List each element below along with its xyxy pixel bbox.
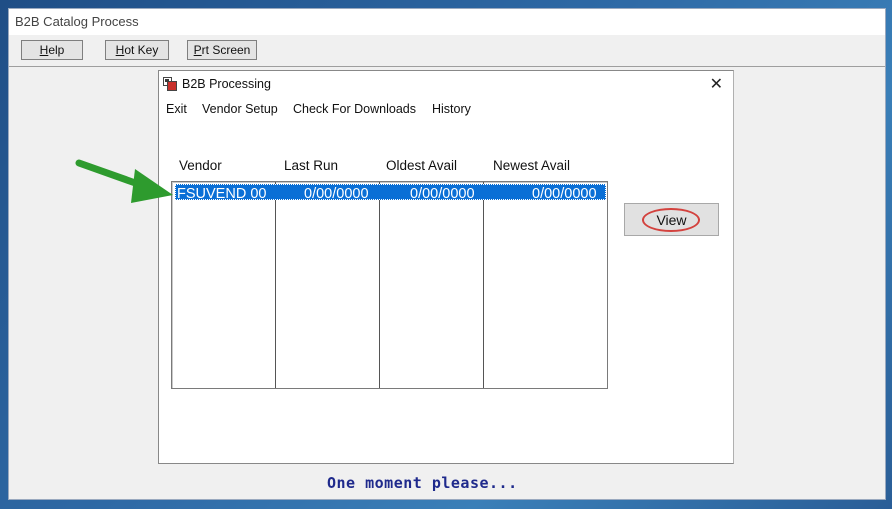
column-header-newest-avail: Newest Avail [493,158,571,173]
cell-last-run: 0/00/0000 [304,186,369,202]
main-window: B2B Catalog Process Help Hot Key Prt Scr… [8,8,886,500]
hotkey-label: ot Key [124,43,159,57]
cell-vendor: FSUVEND 00 [177,186,267,202]
window-title: B2B Catalog Process [9,9,885,35]
table-row[interactable]: FSUVEND 00 0/00/0000 0/00/0000 0/00/0000 [175,184,606,202]
prtscreen-mnemonic: P [193,43,202,57]
vendor-list[interactable]: FSUVEND 00 0/00/0000 0/00/0000 0/00/0000 [171,181,608,389]
column-divider [483,182,484,388]
help-button[interactable]: Help [21,40,83,60]
dialog-titlebar: B2B Processing ✕ [159,71,733,97]
column-header-vendor: Vendor [179,158,222,173]
hot-key-button[interactable]: Hot Key [105,40,169,60]
prtscreen-label: rt Screen [201,43,251,57]
view-button-label: View [656,212,687,228]
b2b-processing-dialog: B2B Processing ✕ Exit Vendor Setup Check… [158,70,734,464]
prt-screen-button[interactable]: Prt Screen [187,40,257,60]
column-header-oldest-avail: Oldest Avail [386,158,458,173]
status-message: One moment please... [327,474,518,492]
cell-oldest-avail: 0/00/0000 [410,186,475,202]
toolbar: Help Hot Key Prt Screen [9,35,885,67]
column-divider [379,182,380,388]
cell-newest-avail: 0/00/0000 [532,186,597,202]
hotkey-mnemonic: H [115,43,125,57]
close-icon[interactable]: ✕ [710,72,723,98]
view-button[interactable]: View [624,203,719,236]
column-divider [275,182,276,388]
dialog-title: B2B Processing [182,77,271,91]
arrow-annotation-icon [75,159,173,203]
help-label: elp [48,43,65,57]
menu-check-for-downloads[interactable]: Check For Downloads [293,98,416,120]
column-header-last-run: Last Run [284,158,339,173]
menu-history[interactable]: History [432,98,471,120]
app-icon [163,77,177,91]
menu-vendor-setup[interactable]: Vendor Setup [202,98,278,120]
menu-exit[interactable]: Exit [166,98,187,120]
